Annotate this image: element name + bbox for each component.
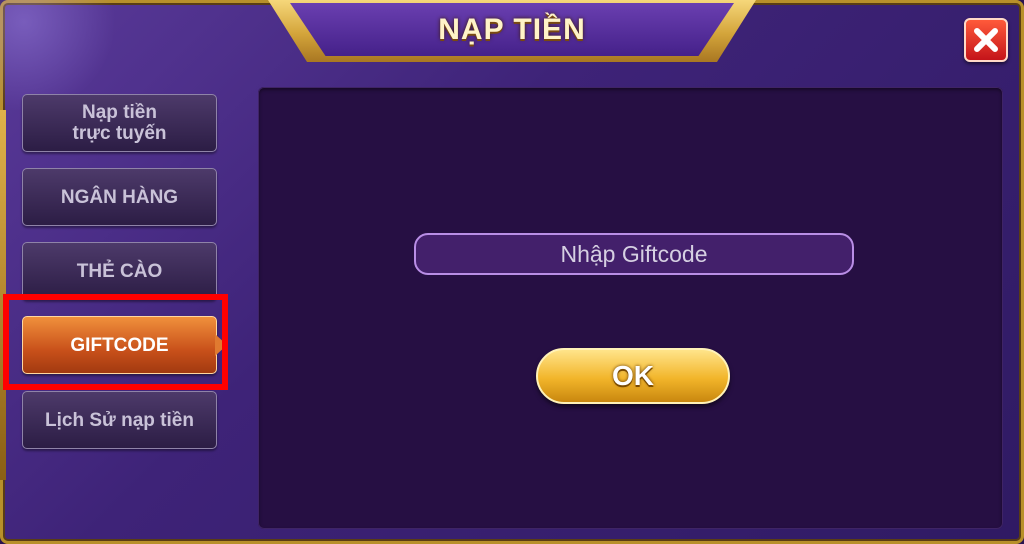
dialog-title: NẠP TIỀN xyxy=(438,13,586,46)
sidebar-item-online-topup[interactable]: Nạp tiền trực tuyến xyxy=(22,94,217,152)
sidebar-item-topup-history[interactable]: Lịch Sử nạp tiền xyxy=(22,391,217,449)
sidebar-item-label: trực tuyến xyxy=(72,123,167,144)
sidebar-item-card[interactable]: THẺ CÀO xyxy=(22,242,217,300)
sidebar-item-label: THẺ CÀO xyxy=(76,260,163,282)
ok-button-label: OK xyxy=(612,360,654,391)
content-panel xyxy=(258,87,1003,529)
giftcode-input[interactable] xyxy=(414,233,854,275)
giftcode-highlight-box xyxy=(3,294,228,390)
close-icon xyxy=(974,28,998,52)
sidebar-item-bank[interactable]: NGÂN HÀNG xyxy=(22,168,217,226)
sidebar-item-label: Lịch Sử nạp tiền xyxy=(45,409,194,431)
ok-button[interactable]: OK xyxy=(536,348,730,404)
sidebar-item-label: NGÂN HÀNG xyxy=(60,186,179,208)
sidebar-item-label: Nạp tiền xyxy=(82,102,157,123)
close-button[interactable] xyxy=(964,18,1008,62)
